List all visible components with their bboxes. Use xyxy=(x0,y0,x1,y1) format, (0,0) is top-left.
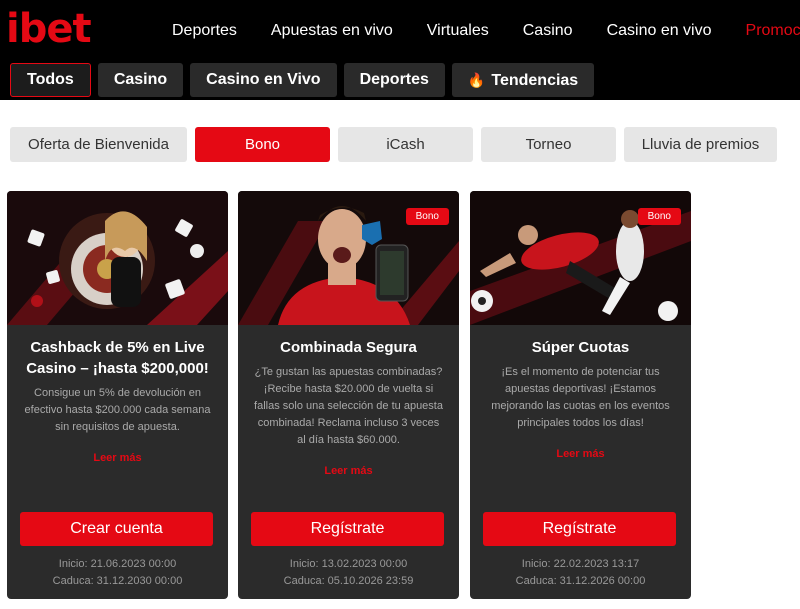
promo-dates: Inicio: 21.06.2023 00:00 Caduca: 31.12.2… xyxy=(7,556,228,590)
promo-image-combinada: Bono xyxy=(238,191,459,325)
category-nav: Todos Casino Casino en Vivo Deportes 🔥 Te… xyxy=(10,63,601,97)
nav-virtuales[interactable]: Virtuales xyxy=(427,20,489,42)
bono-badge: Bono xyxy=(405,208,449,225)
tab-tendencias-label: Tendencias xyxy=(491,72,579,89)
promo-card: Bono Súper Cuotas ¡Es el momento de pote… xyxy=(470,191,691,599)
read-more-link[interactable]: Leer más xyxy=(470,448,691,460)
tab-tendencias[interactable]: 🔥 Tendencias xyxy=(451,63,595,97)
promo-title: Súper Cuotas xyxy=(531,339,630,356)
tab-casino-en-vivo[interactable]: Casino en Vivo xyxy=(190,63,337,97)
read-more-link[interactable]: Leer más xyxy=(238,465,459,477)
promo-description: ¿Te gustan las apuestas combinadas? ¡Rec… xyxy=(254,366,443,446)
filter-oferta-de-bienvenida[interactable]: Oferta de Bienvenida xyxy=(10,127,187,162)
promo-description: ¡Es el momento de potenciar tus apuestas… xyxy=(491,366,670,429)
filter-lluvia-de-premios[interactable]: Lluvia de premios xyxy=(624,127,777,162)
filter-icash[interactable]: iCash xyxy=(338,127,473,162)
register-button[interactable]: Regístrate xyxy=(251,512,444,546)
create-account-button[interactable]: Crear cuenta xyxy=(20,512,213,546)
promo-dates: Inicio: 22.02.2023 13:17 Caduca: 31.12.2… xyxy=(470,556,691,590)
promo-image-super-cuotas: Bono xyxy=(470,191,691,325)
nav-casino[interactable]: Casino xyxy=(523,20,573,42)
promo-start-date: Inicio: 22.02.2023 13:17 xyxy=(521,558,640,570)
tab-todos[interactable]: Todos xyxy=(10,63,91,97)
tab-casino[interactable]: Casino xyxy=(97,63,184,97)
promo-end-date: Caduca: 31.12.2026 00:00 xyxy=(515,575,646,587)
nav-casino-en-vivo[interactable]: Casino en vivo xyxy=(607,20,712,42)
promo-start-date: Inicio: 21.06.2023 00:00 xyxy=(58,558,177,570)
promo-image-live-casino xyxy=(7,191,228,325)
top-bar: ibet Deportes Apuestas en vivo Virtuales… xyxy=(0,0,800,100)
filter-torneo[interactable]: Torneo xyxy=(481,127,616,162)
promo-card: Bono Combinada Segura ¿Te gustan las apu… xyxy=(238,191,459,599)
promo-end-date: Caduca: 05.10.2026 23:59 xyxy=(283,575,414,587)
register-button[interactable]: Regístrate xyxy=(483,512,676,546)
flame-icon: 🔥 xyxy=(467,72,486,88)
filter-bono[interactable]: Bono xyxy=(195,127,330,162)
bono-badge: Bono xyxy=(637,208,681,225)
promo-card: Cashback de 5% en Live Casino – ¡hasta $… xyxy=(7,191,228,599)
promo-title: Cashback de 5% en Live Casino – ¡hasta $… xyxy=(26,339,209,377)
promo-description: Consigue un 5% de devolución en efectivo… xyxy=(24,387,211,433)
promo-start-date: Inicio: 13.02.2023 00:00 xyxy=(289,558,408,570)
nav-promociones[interactable]: Promociones xyxy=(746,20,800,42)
promo-end-date: Caduca: 31.12.2030 00:00 xyxy=(52,575,183,587)
promo-filters: Oferta de Bienvenida Bono iCash Torneo L… xyxy=(10,127,785,162)
promo-dates: Inicio: 13.02.2023 00:00 Caduca: 05.10.2… xyxy=(238,556,459,590)
nav-deportes[interactable]: Deportes xyxy=(172,20,237,42)
nav-apuestas-en-vivo[interactable]: Apuestas en vivo xyxy=(271,20,393,42)
promo-title: Combinada Segura xyxy=(280,339,417,356)
tab-deportes[interactable]: Deportes xyxy=(343,63,445,97)
ibet-logo[interactable]: ibet xyxy=(6,5,92,53)
main-nav: Deportes Apuestas en vivo Virtuales Casi… xyxy=(172,20,800,42)
read-more-link[interactable]: Leer más xyxy=(7,452,228,464)
